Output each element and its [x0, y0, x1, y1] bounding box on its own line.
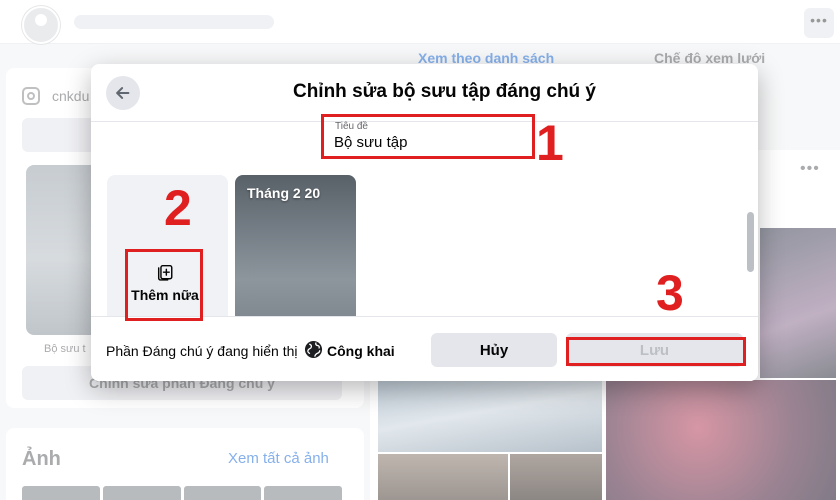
story-tile[interactable]: Tháng 2 20	[235, 175, 356, 325]
scrollbar[interactable]	[747, 212, 754, 272]
story-date: Tháng 2 20	[247, 185, 321, 201]
annotation-step-3: 3	[656, 265, 684, 321]
annotation-box-add-more	[125, 249, 203, 321]
annotation-step-1: 1	[536, 115, 564, 171]
dialog-title: Chỉnh sửa bộ sưu tập đáng chú ý	[292, 81, 597, 102]
annotation-box-save	[566, 337, 746, 366]
annotation-step-2: 2	[164, 180, 192, 236]
privacy-text: Phần Đáng chú ý đang hiển thị	[106, 343, 298, 359]
privacy-value[interactable]: Công khai	[327, 343, 395, 359]
annotation-box-title-field	[321, 114, 535, 159]
cancel-button[interactable]: Hủy	[431, 333, 557, 367]
globe-icon	[304, 340, 323, 359]
